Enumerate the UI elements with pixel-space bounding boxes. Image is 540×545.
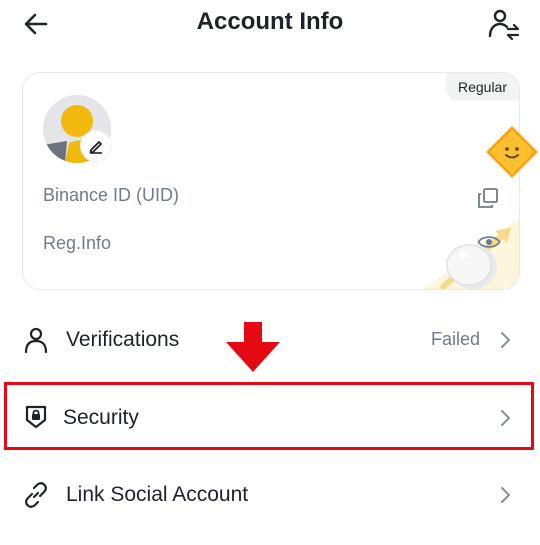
user-switch-icon	[488, 9, 520, 41]
reg-info-label: Reg.Info	[43, 233, 112, 253]
toggle-visibility-button[interactable]	[477, 233, 501, 251]
security-highlight-box	[4, 382, 534, 450]
card-decoration	[403, 213, 519, 289]
edit-avatar-button[interactable]	[81, 131, 111, 161]
person-icon	[22, 326, 50, 354]
copy-icon	[478, 188, 498, 208]
profile-card: Regular Binance ID (UID) Reg.Info	[22, 72, 520, 290]
page-title: Account Info	[196, 8, 344, 35]
coin-arrow-decoration-icon	[423, 219, 519, 289]
pointer-arrow-icon	[224, 322, 282, 372]
link-social-account-row[interactable]: Link Social Account	[0, 460, 540, 530]
user-level-badge: Regular	[445, 73, 519, 101]
switch-account-button[interactable]	[486, 6, 522, 42]
smiley-mascot-icon	[486, 126, 538, 178]
chevron-right-icon	[496, 486, 514, 504]
copy-uid-button[interactable]	[477, 187, 499, 209]
uid-label: Binance ID (UID)	[43, 185, 180, 205]
link-icon	[22, 481, 50, 509]
verification-status: Failed	[430, 329, 480, 349]
eye-icon	[477, 236, 501, 248]
link-social-account-label: Link Social Account	[66, 483, 249, 506]
chevron-right-icon	[496, 331, 514, 349]
pencil-icon	[89, 141, 102, 154]
floating-mascot[interactable]	[484, 124, 540, 180]
verifications-label: Verifications	[66, 328, 180, 351]
